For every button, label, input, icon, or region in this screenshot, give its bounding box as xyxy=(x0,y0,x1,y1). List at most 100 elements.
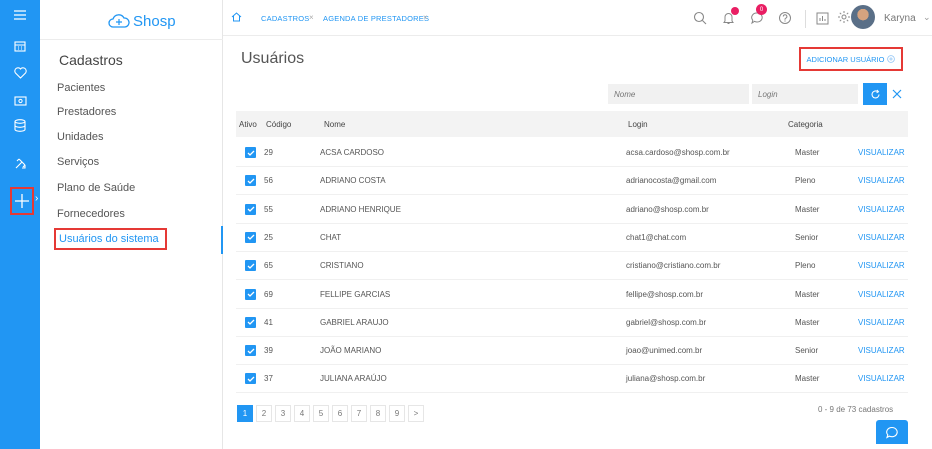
sidebar-item-fornecedores[interactable]: Fornecedores xyxy=(57,208,125,220)
money-icon[interactable] xyxy=(0,88,40,114)
cell-nome: ACSA CARDOSO xyxy=(320,148,385,157)
active-checkbox[interactable] xyxy=(245,175,256,187)
page-button[interactable]: 1 xyxy=(237,405,253,422)
cell-nome: CRISTIANO xyxy=(320,261,364,271)
user-name[interactable]: Karyna xyxy=(884,13,916,24)
menu-icon[interactable] xyxy=(0,2,40,28)
sidebar-item-plano-de-saude[interactable]: Plano de Saúde xyxy=(57,182,135,194)
sidebar-item-servicos[interactable]: Serviços xyxy=(57,156,99,168)
cell-codigo: 39 xyxy=(264,346,273,356)
page-button[interactable]: 2 xyxy=(256,405,272,422)
chat-icon[interactable]: 0 xyxy=(747,4,767,28)
page-button[interactable]: 9 xyxy=(389,405,405,422)
sidebar-item-unidades[interactable]: Unidades xyxy=(57,131,103,143)
page-title: Usuários xyxy=(241,50,305,67)
active-checkbox[interactable] xyxy=(245,373,256,385)
secondary-sidebar: Shosp Cadastros Pacientes Prestadores Un… xyxy=(40,0,223,449)
visualizar-link[interactable]: VISUALIZAR xyxy=(858,233,905,242)
table-row: 37 JULIANA ARAÚJO juliana@shosp.com.br Mast… xyxy=(236,365,908,394)
table-row: 29 ACSA CARDOSO acsa.cardoso@shosp.com.br M… xyxy=(236,139,908,167)
active-checkbox[interactable] xyxy=(245,288,256,300)
table-row: 39 JOÃO MARIANO joao@unimed.com.br Senior VI… xyxy=(236,337,908,366)
add-menu-button[interactable] xyxy=(10,187,34,215)
column-header-codigo[interactable]: Código xyxy=(266,120,291,129)
clear-filter-button[interactable] xyxy=(892,87,902,102)
active-checkbox[interactable] xyxy=(245,147,256,158)
logo[interactable]: Shosp xyxy=(108,10,176,32)
cell-codigo: 29 xyxy=(264,148,273,157)
cell-codigo: 25 xyxy=(264,232,273,242)
name-filter-input[interactable] xyxy=(608,84,749,104)
sidebar-item-pacientes[interactable]: Pacientes xyxy=(57,82,105,94)
bell-icon[interactable] xyxy=(718,7,739,28)
close-tab-icon[interactable]: × xyxy=(309,13,314,22)
add-user-label: ADICIONAR USUÁRIO xyxy=(806,54,885,64)
add-user-button[interactable]: ADICIONAR USUÁRIO xyxy=(799,47,903,71)
cell-codigo: 41 xyxy=(264,317,273,327)
divider xyxy=(40,39,223,40)
page-button[interactable]: 8 xyxy=(370,405,386,422)
database-icon[interactable] xyxy=(0,112,40,138)
page-button[interactable]: 3 xyxy=(275,405,291,422)
active-checkbox[interactable] xyxy=(245,316,256,328)
visualizar-link[interactable]: VISUALIZAR xyxy=(858,148,905,157)
cell-nome: ADRIANO HENRIQUE xyxy=(320,204,401,214)
refresh-button[interactable] xyxy=(863,83,887,105)
sidebar-item-prestadores[interactable]: Prestadores xyxy=(57,106,116,118)
page-button[interactable]: 4 xyxy=(294,405,310,422)
refresh-icon xyxy=(870,89,880,98)
close-tab-icon[interactable]: × xyxy=(423,13,428,22)
column-header-categoria[interactable]: Categoria xyxy=(788,120,823,129)
table-row: 25 CHAT chat1@chat.com Senior VISUALIZAR xyxy=(236,224,908,252)
visualizar-link[interactable]: VISUALIZAR xyxy=(858,261,905,270)
cell-nome: CHAT xyxy=(320,232,342,242)
calendar-icon[interactable] xyxy=(0,33,40,59)
active-checkbox[interactable] xyxy=(245,231,256,243)
visualizar-link[interactable]: VISUALIZAR xyxy=(858,318,905,327)
home-icon[interactable] xyxy=(231,12,242,25)
check-icon xyxy=(247,263,254,269)
check-icon xyxy=(247,206,254,213)
heart-icon[interactable] xyxy=(0,60,40,86)
sidebar-item-usuarios-do-sistema[interactable]: Usuários do sistema xyxy=(54,228,167,250)
tab-agenda-de-prestadores[interactable]: AGENDA DE PRESTADORES xyxy=(323,14,429,23)
chat-button[interactable] xyxy=(876,420,908,444)
check-icon xyxy=(247,234,254,241)
page-button[interactable]: 7 xyxy=(351,405,367,422)
report-icon[interactable] xyxy=(812,8,832,28)
page-button[interactable]: 6 xyxy=(332,405,348,422)
cell-categoria: Senior xyxy=(795,346,819,356)
cell-categoria: Pleno xyxy=(795,261,816,271)
tools-icon[interactable] xyxy=(0,150,40,176)
login-filter-input[interactable] xyxy=(752,84,858,104)
chevron-down-icon[interactable]: ⌄ xyxy=(923,12,931,23)
chat-badge: 0 xyxy=(756,4,767,15)
active-checkbox[interactable] xyxy=(245,203,256,215)
tab-cadastros[interactable]: CADASTROS xyxy=(261,14,309,23)
visualizar-link[interactable]: VISUALIZAR xyxy=(858,205,905,214)
cell-login: cristiano@cristiano.com.br xyxy=(626,261,721,271)
table-row: 55 ADRIANO HENRIQUE adriano@shosp.com.br Ma… xyxy=(236,196,908,224)
help-icon[interactable] xyxy=(775,8,795,28)
visualizar-link[interactable]: VISUALIZAR xyxy=(858,290,905,299)
column-header-ativo[interactable]: Ativo xyxy=(239,120,257,129)
table-row: 41 GABRIEL ARAUJO gabriel@shosp.com.br Mast… xyxy=(236,309,908,337)
cell-categoria: Master xyxy=(795,289,820,299)
cell-login: fellipe@shosp.com.br xyxy=(626,289,704,299)
column-header-nome[interactable]: Nome xyxy=(324,120,345,129)
visualizar-link[interactable]: VISUALIZAR xyxy=(858,374,905,383)
page-button[interactable]: 5 xyxy=(313,405,329,422)
active-checkbox[interactable] xyxy=(245,260,256,272)
next-page-button[interactable]: > xyxy=(408,405,424,422)
cell-codigo: 55 xyxy=(264,204,273,214)
cell-categoria: Master xyxy=(795,374,820,384)
avatar[interactable] xyxy=(851,5,875,29)
cell-codigo: 69 xyxy=(264,289,273,299)
column-header-login[interactable]: Login xyxy=(628,120,648,129)
active-checkbox[interactable] xyxy=(245,345,256,357)
visualizar-link[interactable]: VISUALIZAR xyxy=(858,346,905,355)
search-icon[interactable] xyxy=(690,8,710,28)
visualizar-link[interactable]: VISUALIZAR xyxy=(858,176,905,185)
check-icon xyxy=(247,376,254,382)
table-header: Ativo Código Nome Login Categoria xyxy=(236,111,908,137)
